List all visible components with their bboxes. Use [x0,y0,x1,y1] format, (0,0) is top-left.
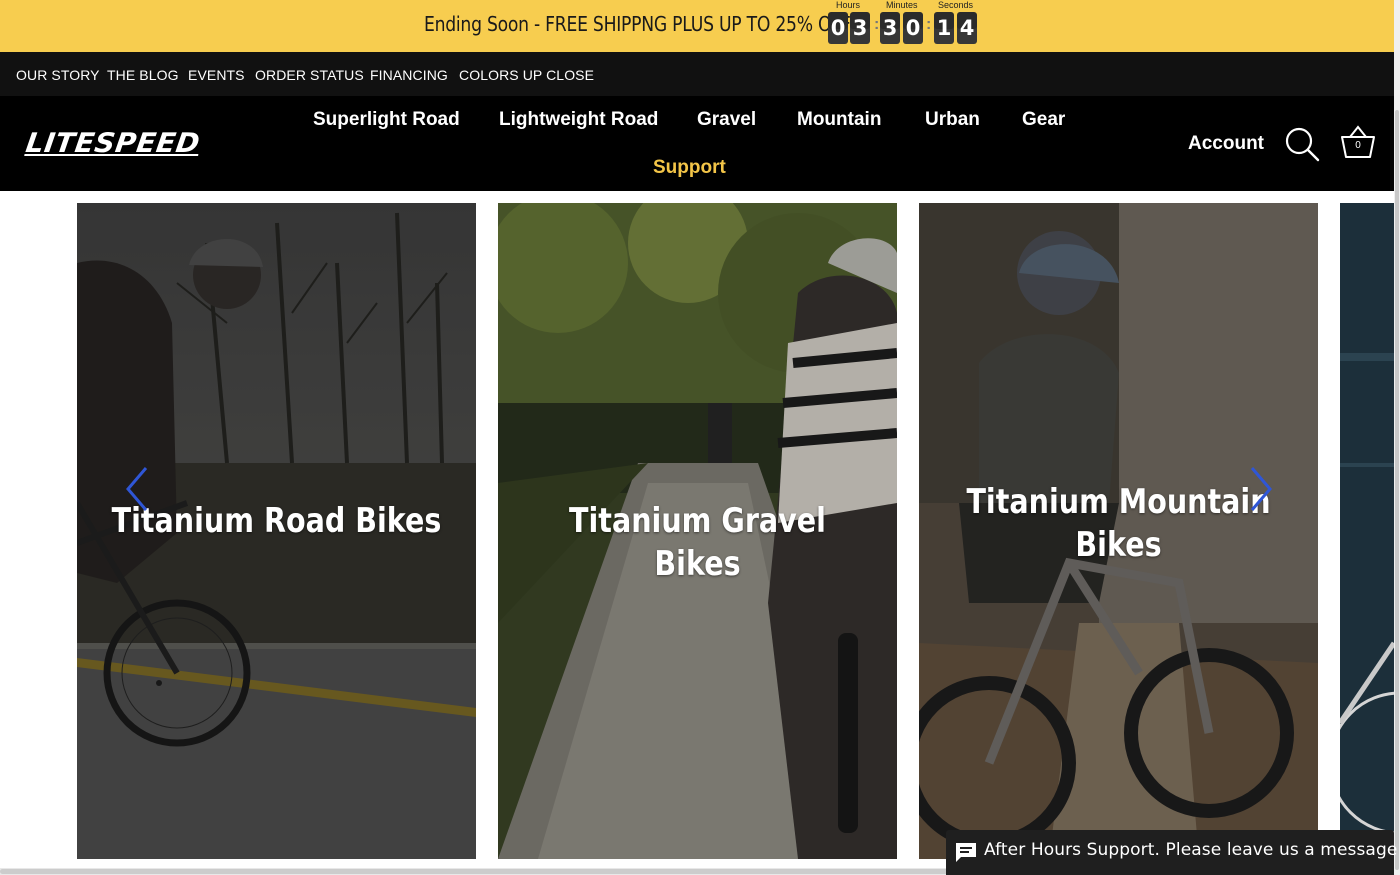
countdown-separator: : [874,16,880,33]
card-title-gravel: Titanium Gravel Bikes [569,501,826,584]
category-card-partial[interactable] [1340,203,1394,859]
nav-gear[interactable]: Gear [1022,109,1065,131]
countdown-seconds-ones: 4 [957,12,977,44]
chat-widget-bar[interactable]: After Hours Support. Please leave us a m… [946,830,1398,875]
card-title-mountain-line2: Bikes [1075,525,1162,565]
countdown-hours-tens: 0 [828,12,848,44]
category-card-road[interactable]: Titanium Road Bikes [77,203,476,859]
countdown-separator: : [926,16,932,33]
card-title-mountain-line1: Titanium Mountain [966,482,1271,522]
carousel-next-arrow[interactable] [1248,464,1276,514]
countdown-minutes-label: Minutes [886,0,918,10]
chat-bubble-icon [954,840,978,864]
countdown-seconds-tens: 1 [934,12,954,44]
nav-gravel[interactable]: Gravel [697,109,756,131]
utility-nav: OUR STORY THE BLOG EVENTS ORDER STATUS F… [0,52,1394,96]
chat-widget-label: After Hours Support. Please leave us a m… [984,840,1398,860]
utility-link-colors-up-close[interactable]: COLORS UP CLOSE [459,67,594,83]
nav-support[interactable]: Support [653,157,726,179]
nav-superlight-road[interactable]: Superlight Road [313,109,460,131]
promo-text: Ending Soon - FREE SHIPPNG PLUS UP TO 25… [424,12,851,36]
countdown-minutes-tens: 3 [880,12,900,44]
category-card-mountain[interactable]: Titanium Mountain Bikes [919,203,1318,859]
cart-count: 0 [1355,140,1361,151]
site-header: LITESPEED Superlight Road Lightweight Ro… [0,96,1394,191]
countdown-hours-label: Hours [836,0,861,10]
promo-banner: Ending Soon - FREE SHIPPNG PLUS UP TO 25… [0,0,1400,52]
urban-bike-photo [1340,203,1394,859]
utility-link-events[interactable]: EVENTS [188,67,245,83]
search-icon[interactable] [1284,126,1320,162]
countdown-seconds-label: Seconds [938,0,974,10]
category-card-gravel[interactable]: Titanium Gravel Bikes [498,203,897,859]
utility-link-the-blog[interactable]: THE BLOG [107,67,179,83]
category-carousel: Titanium Road Bikes Titanium Gravel Bike… [0,191,1394,870]
site-logo[interactable]: LITESPEED [24,128,202,159]
countdown-hours-ones: 3 [850,12,870,44]
nav-mountain[interactable]: Mountain [797,109,881,131]
carousel-prev-arrow[interactable] [122,464,150,514]
utility-link-our-story[interactable]: OUR STORY [16,67,100,83]
utility-link-order-status[interactable]: ORDER STATUS [255,67,364,83]
countdown-minutes-ones: 0 [903,12,923,44]
nav-urban[interactable]: Urban [925,109,980,131]
vertical-scrollbar-thumb[interactable] [1395,110,1399,870]
nav-lightweight-road[interactable]: Lightweight Road [499,109,658,131]
utility-link-financing[interactable]: FINANCING [370,67,448,83]
account-link[interactable]: Account [1188,133,1264,155]
card-title-road: Titanium Road Bikes [111,501,442,541]
